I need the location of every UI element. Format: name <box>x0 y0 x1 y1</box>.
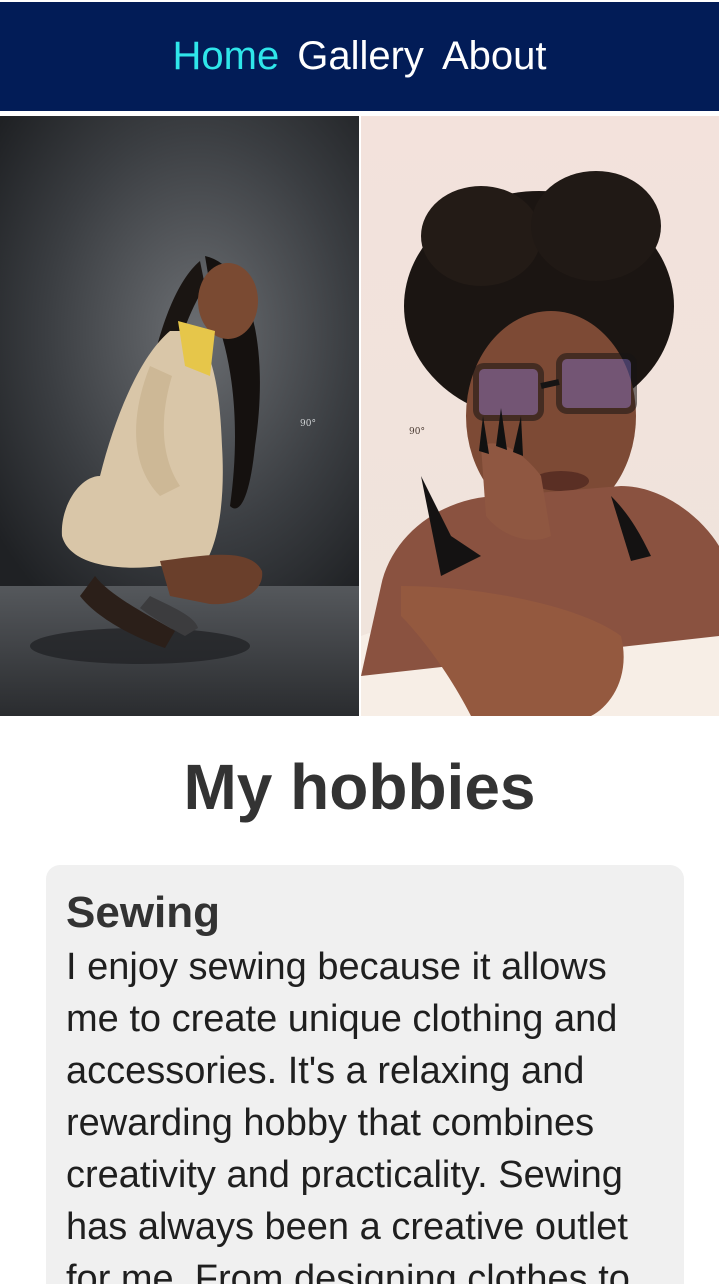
hobbies-title: My hobbies <box>183 751 536 823</box>
watermark-right: 90° <box>409 427 425 437</box>
top-navbar: Home Gallery About <box>0 2 719 111</box>
nav-gallery-link[interactable]: Gallery <box>297 36 424 76</box>
hobby-description: I enjoy sewing because it allows me to c… <box>66 946 630 1284</box>
nav-about-link[interactable]: About <box>442 36 547 76</box>
photo-gallery: 90° 90° <box>0 116 719 716</box>
gallery-photo-woman-with-glasses: 90° <box>361 116 719 716</box>
page: Home Gallery About 90° 90° My hobbies Se… <box>0 0 719 1284</box>
nav-home-link[interactable]: Home <box>173 36 280 76</box>
watermark-left: 90° <box>300 419 316 429</box>
gallery-photo-crouching-woman: 90° <box>0 116 359 716</box>
hobby-card-sewing: Sewing I enjoy sewing because it allows … <box>46 865 684 1284</box>
hobby-heading: Sewing <box>66 888 221 937</box>
